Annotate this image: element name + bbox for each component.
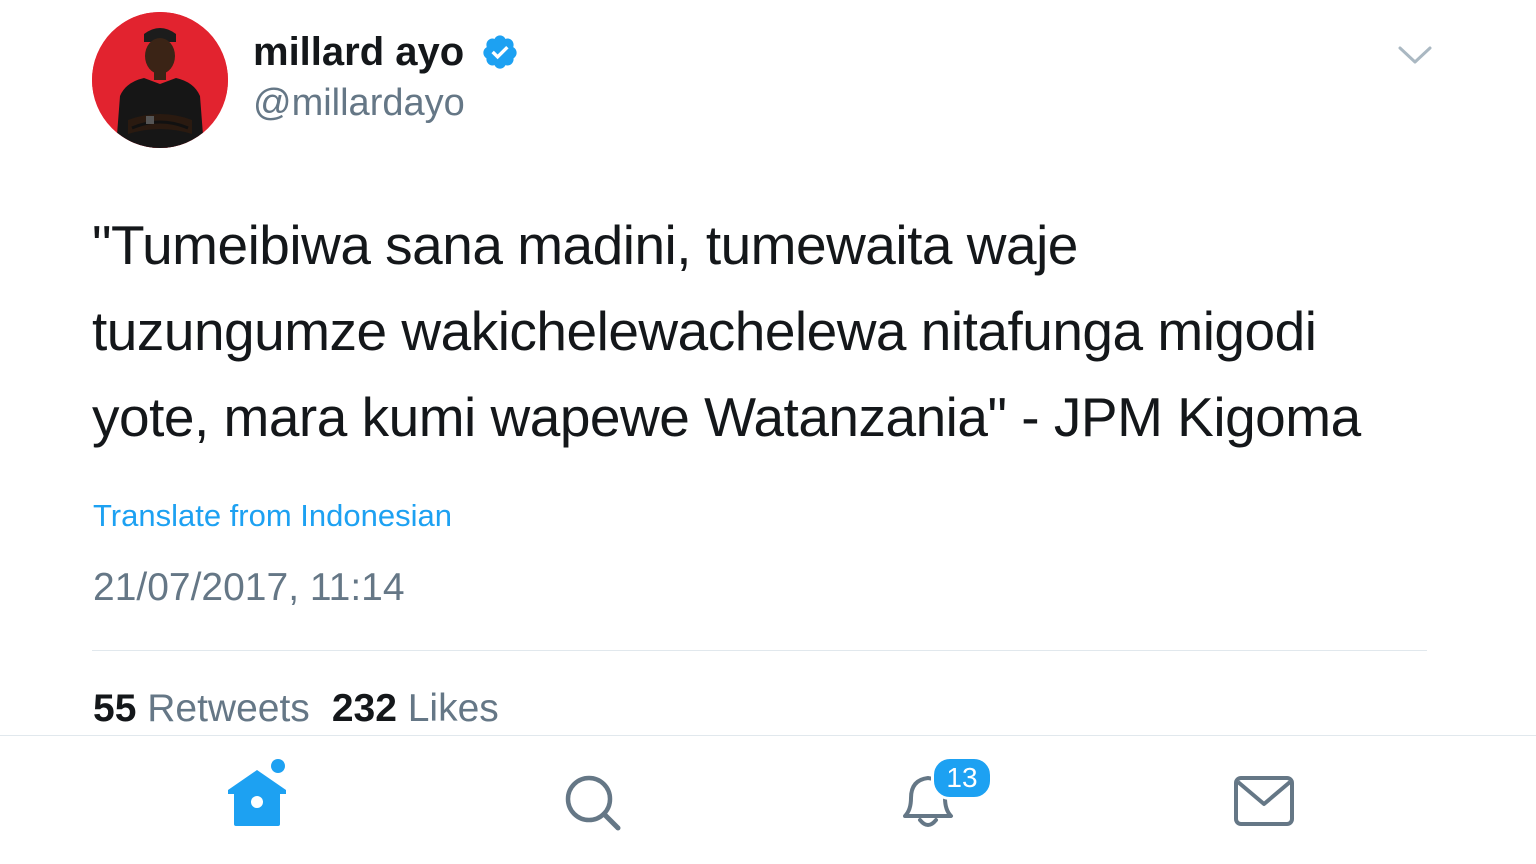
retweets-count-link[interactable]: 55 Retweets [93,687,310,730]
tweet-text: "Tumeibiwa sana madini, tumewaita waje t… [92,202,1472,460]
tweet-timestamp[interactable]: 21/07/2017, 11:14 [93,565,405,611]
retweets-label: Retweets [147,687,310,730]
retweets-count: 55 [93,687,137,730]
home-icon [228,759,286,826]
tab-messages[interactable] [1232,774,1296,828]
tweet-stats: 55 Retweets 232 Likes [93,686,521,732]
tweet-text-line: tuzungumze wakichelewachelewa nitafunga … [92,300,1317,362]
tweet-detail-screen: millard ayo @millardayo "Tumeibiwa sana … [0,0,1536,864]
author-display-name[interactable]: millard ayo [253,28,464,76]
search-icon [565,775,621,831]
tab-search[interactable] [560,770,626,836]
author-handle[interactable]: @millardayo [253,80,465,126]
likes-count-link[interactable]: 232 Likes [332,687,499,730]
new-content-dot [271,759,285,773]
divider [92,650,1427,651]
tab-notifications[interactable]: 13 [895,756,995,836]
avatar[interactable] [92,12,228,148]
chevron-down-icon[interactable] [1396,42,1434,68]
envelope-icon [1234,776,1294,826]
verified-badge-icon [483,35,517,69]
tab-home[interactable] [222,758,292,832]
bottom-tab-bar: 13 [0,735,1536,864]
translate-link[interactable]: Translate from Indonesian [93,497,452,535]
likes-label: Likes [407,687,499,730]
tweet-text-line: yote, mara kumi wapewe Watanzania" - JPM… [92,386,1361,448]
tweet-text-line: "Tumeibiwa sana madini, tumewaita waje [92,214,1078,276]
notification-count-badge: 13 [931,756,993,800]
likes-count: 232 [331,687,397,730]
profile-photo-icon [92,12,228,148]
